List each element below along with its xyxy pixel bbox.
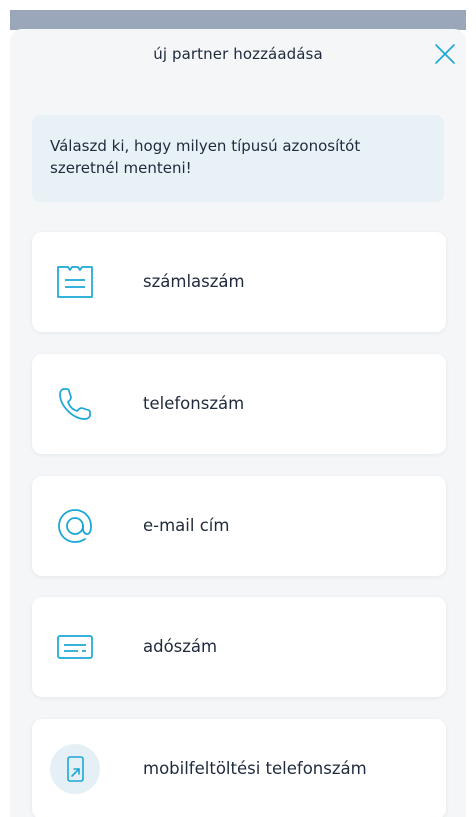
option-label: mobilfeltöltési telefonszám	[143, 759, 367, 778]
sheet-title: új partner hozzáadása	[153, 45, 323, 63]
option-label: számlaszám	[143, 272, 245, 291]
option-email-address[interactable]: e-mail cím	[32, 476, 446, 576]
close-icon	[435, 44, 455, 64]
at-sign-icon	[50, 501, 100, 551]
mobile-topup-icon	[50, 744, 100, 794]
option-mobile-topup-number[interactable]: mobilfeltöltési telefonszám	[32, 719, 446, 817]
option-label: adószám	[143, 637, 218, 656]
id-card-icon	[50, 622, 100, 672]
phone-icon	[50, 379, 100, 429]
invoice-icon	[50, 257, 100, 307]
option-label: telefonszám	[143, 394, 245, 413]
close-button[interactable]	[432, 41, 458, 67]
option-tax-number[interactable]: adószám	[32, 597, 446, 697]
option-account-number[interactable]: számlaszám	[32, 232, 446, 332]
backdrop-overlay	[10, 10, 466, 30]
sheet-header: új partner hozzáadása	[10, 29, 466, 87]
option-label: e-mail cím	[143, 516, 230, 535]
option-phone-number[interactable]: telefonszám	[32, 354, 446, 454]
add-partner-sheet: új partner hozzáadása Válaszd ki, hogy m…	[10, 29, 466, 817]
info-message: Válaszd ki, hogy milyen típusú azonosító…	[32, 115, 444, 202]
